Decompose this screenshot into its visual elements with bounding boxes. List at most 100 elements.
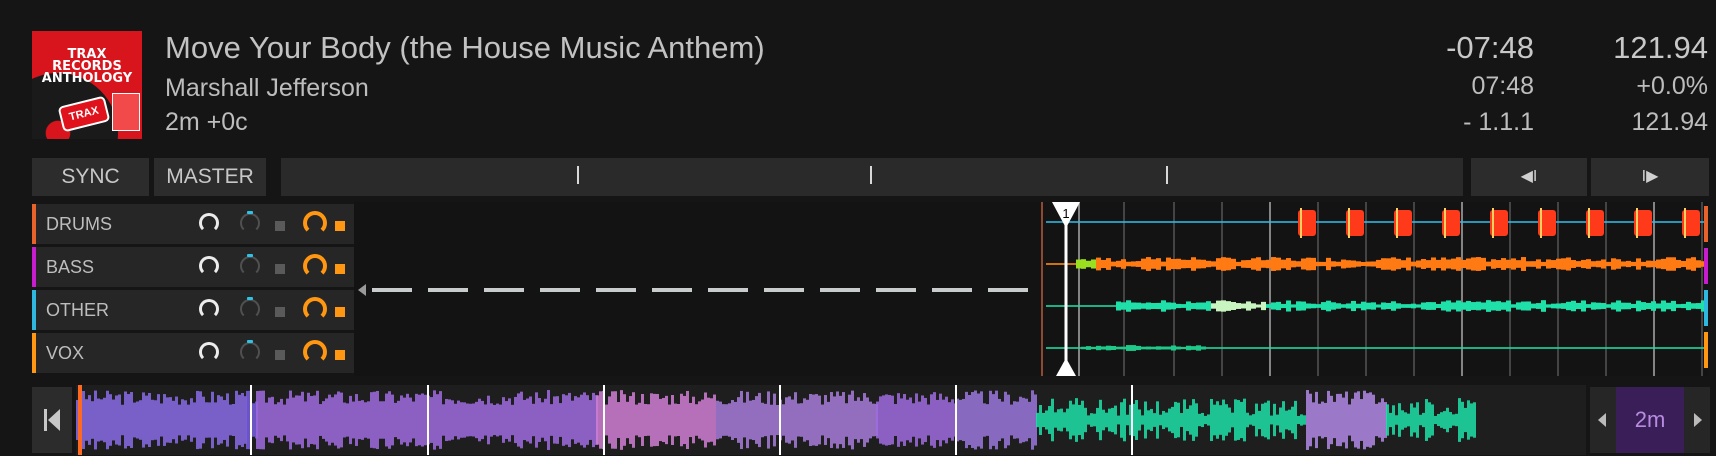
- overview-wave: [1105, 412, 1108, 428]
- bass-wave: [1656, 259, 1661, 269]
- overview-wave: [656, 393, 659, 447]
- overview-wave: [1198, 413, 1201, 427]
- overview-wave: [665, 395, 668, 445]
- overview-wave: [909, 397, 912, 443]
- fx-toggle[interactable]: [335, 350, 345, 360]
- bass-wave: [1236, 261, 1241, 267]
- overview-wave: [256, 391, 259, 449]
- overview-wave: [746, 391, 749, 449]
- overview-wave: [1401, 410, 1404, 430]
- overview-wave: [915, 393, 918, 447]
- filter-knob[interactable]: [240, 297, 260, 319]
- volume-knob[interactable]: [199, 342, 219, 362]
- jump-back-button[interactable]: ◀I: [1471, 158, 1587, 196]
- overview-wave: [334, 394, 337, 446]
- overview-wave: [103, 397, 106, 443]
- other-wave: [1656, 303, 1661, 309]
- overview-wave: [1354, 392, 1357, 448]
- volume-knob[interactable]: [199, 299, 219, 319]
- filter-toggle[interactable]: [275, 221, 285, 231]
- overview-wave: [1114, 405, 1117, 435]
- fx-knob[interactable]: [303, 211, 327, 235]
- bass-wave: [1206, 260, 1211, 268]
- overview-wave: [1102, 409, 1105, 431]
- stem-vox[interactable]: VOX: [32, 333, 354, 373]
- overview-wave: [304, 401, 307, 439]
- zoom-out-icon[interactable]: [1598, 413, 1606, 427]
- other-wave: [1401, 304, 1406, 308]
- overview-wave: [1440, 412, 1443, 428]
- bass-wave: [1101, 259, 1106, 269]
- filter-knob[interactable]: [240, 211, 260, 233]
- overview-wave: [457, 400, 460, 440]
- filter-toggle[interactable]: [275, 350, 285, 360]
- fx-knob[interactable]: [303, 254, 327, 278]
- other-wave: [1521, 301, 1526, 311]
- bass-wave: [1216, 258, 1221, 270]
- jump-forward-button[interactable]: I▶: [1591, 158, 1709, 196]
- bass-wave: [1346, 260, 1351, 268]
- other-wave: [1221, 300, 1226, 312]
- fx-toggle[interactable]: [335, 221, 345, 231]
- overview-wave: [1372, 394, 1375, 446]
- volume-knob[interactable]: [199, 256, 219, 276]
- stem-drums[interactable]: DRUMS: [32, 204, 354, 244]
- overview-wave: [623, 394, 626, 446]
- overview-wave: [541, 402, 544, 438]
- overview-wave: [1282, 401, 1285, 439]
- other-wave: [1246, 301, 1251, 311]
- stem-bass[interactable]: BASS: [32, 247, 354, 287]
- bass-wave: [1631, 261, 1636, 267]
- filter-toggle[interactable]: [275, 264, 285, 274]
- overview-wave: [948, 402, 951, 438]
- vox-wave: [1106, 345, 1111, 351]
- overview-wave: [1422, 412, 1425, 428]
- bass-wave: [1376, 259, 1381, 269]
- skip-to-start-button[interactable]: [32, 387, 72, 453]
- stem-waveform[interactable]: 1: [1036, 202, 1708, 376]
- filter-toggle[interactable]: [275, 307, 285, 317]
- fx-knob[interactable]: [303, 340, 327, 364]
- fx-knob[interactable]: [303, 297, 327, 321]
- other-wave: [1671, 300, 1676, 312]
- overview-wave: [364, 402, 367, 438]
- volume-knob[interactable]: [199, 213, 219, 233]
- overview-wave: [1013, 401, 1016, 439]
- master-button[interactable]: MASTER: [154, 158, 266, 196]
- overview-wave: [391, 394, 394, 446]
- other-wave: [1121, 302, 1126, 310]
- overview-wave: [776, 404, 779, 436]
- stem-edge-bar: [1704, 206, 1708, 242]
- other-wave: [1476, 301, 1481, 311]
- other-wave: [1491, 301, 1496, 311]
- overview-wave: [959, 399, 962, 441]
- bass-wave: [1076, 259, 1081, 269]
- overview-wave: [668, 404, 671, 436]
- bass-wave: [1611, 258, 1616, 270]
- sync-button[interactable]: SYNC: [32, 158, 149, 196]
- other-wave: [1311, 303, 1316, 309]
- overview-wave: [894, 403, 897, 437]
- overview-wave: [508, 398, 511, 442]
- overview-wave: [785, 397, 788, 443]
- bass-wave: [1581, 259, 1586, 269]
- overview-wave: [1330, 395, 1333, 445]
- other-wave: [1536, 303, 1541, 309]
- overview-wave: [842, 392, 845, 448]
- filter-knob[interactable]: [240, 254, 260, 276]
- other-wave: [1601, 303, 1606, 309]
- other-wave: [1616, 300, 1621, 312]
- filter-knob[interactable]: [240, 340, 260, 362]
- zoom-in-icon[interactable]: [1694, 413, 1702, 427]
- overview-wave: [710, 398, 713, 442]
- fx-toggle[interactable]: [335, 307, 345, 317]
- fx-toggle[interactable]: [335, 264, 345, 274]
- overview-wave: [921, 395, 924, 445]
- overview-waveform[interactable]: [76, 385, 1586, 455]
- overview-wave: [1467, 400, 1470, 440]
- other-wave: [1131, 302, 1136, 310]
- overview-wave: [1392, 405, 1395, 435]
- overview-wave: [1428, 402, 1431, 438]
- stem-other[interactable]: OTHER: [32, 290, 354, 330]
- drum-hit-edge: [1396, 208, 1398, 238]
